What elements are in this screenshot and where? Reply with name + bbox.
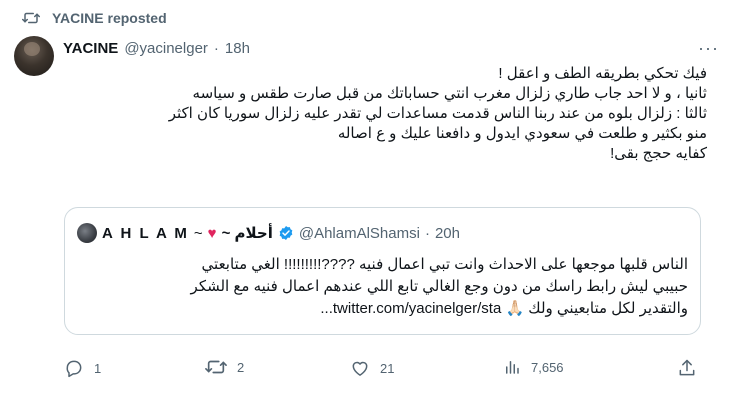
- author-avatar[interactable]: [14, 36, 54, 76]
- author-name[interactable]: YACINE: [63, 40, 118, 57]
- quoted-text-line: حبيبي ليش رابط راسك من دون وجع الغالي تا…: [190, 278, 688, 295]
- like-count: 21: [380, 360, 395, 376]
- tweet-text-line: فيك تحكي بطريقه الطف و اعقل !: [498, 65, 707, 82]
- quoted-tweet-timestamp: 20h: [434, 224, 460, 242]
- reply-button[interactable]: 1: [64, 358, 101, 378]
- tweet-text-line: منو بكثير و طلعت في سعودي ايدول و دافعنا…: [337, 125, 707, 142]
- views-button[interactable]: 7,656: [503, 358, 564, 376]
- analytics-icon: [503, 358, 521, 376]
- repost-action-icon: [205, 358, 227, 376]
- reply-icon: [64, 358, 84, 378]
- tweet-card[interactable]: YACINE reposted YACINE @yacinelger · 18h…: [0, 0, 737, 408]
- tweet-text: فيك تحكي بطريقه الطف و اعقل ! ثانيا ، و …: [87, 64, 707, 164]
- repost-button[interactable]: 2: [205, 358, 244, 376]
- verified-badge-icon: [278, 225, 294, 241]
- quoted-author-arabic-name: ~ أحلام: [221, 225, 273, 242]
- header-separator: ·: [213, 40, 219, 57]
- repost-icon: [22, 11, 40, 25]
- tweet-text-line: كفايه حجج بقى!: [610, 145, 707, 162]
- view-count: 7,656: [531, 359, 564, 375]
- quoted-author-name: A H L A M: [102, 224, 189, 242]
- quoted-text-line: والتقدير لكل متابعيني ولك 🙏🏻 twitter.com…: [320, 300, 688, 317]
- author-handle[interactable]: @yacinelger: [124, 40, 208, 57]
- quoted-tweet[interactable]: A H L A M ~ ♥ ~ أحلام @AhlamAlShamsi · 2…: [64, 207, 701, 335]
- quoted-header-separator: ·: [424, 224, 430, 242]
- quoted-tweet-text: الناس قلبها موجعها على الاحداث وانت تبي …: [78, 254, 688, 320]
- share-button[interactable]: [677, 358, 697, 378]
- quoted-name-suffix: ~: [193, 224, 203, 242]
- tweet-timestamp[interactable]: 18h: [225, 40, 250, 57]
- quoted-author-handle: @AhlamAlShamsi: [298, 224, 420, 242]
- heart-icon: ♥: [207, 224, 217, 242]
- tweet-header: YACINE @yacinelger · 18h: [63, 40, 250, 57]
- repost-label[interactable]: YACINE reposted: [52, 10, 167, 26]
- like-button[interactable]: 21: [350, 358, 394, 378]
- quoted-tweet-header: A H L A M ~ ♥ ~ أحلام @AhlamAlShamsi · 2…: [77, 223, 460, 243]
- tweet-text-line: ثالثا : زلزال بلوه من عند ربنا الناس قدم…: [168, 105, 707, 122]
- heart-outline-icon: [350, 358, 370, 378]
- quoted-author-avatar: [77, 223, 97, 243]
- tweet-text-line: ثانيا ، و لا احد جاب طاري زلزال مغرب انت…: [192, 85, 707, 102]
- more-options-icon[interactable]: ···: [698, 38, 719, 59]
- repost-indicator: YACINE reposted: [22, 10, 167, 26]
- quoted-text-line: الناس قلبها موجعها على الاحداث وانت تبي …: [201, 256, 688, 273]
- action-bar: 1 2 21 7,656: [0, 358, 737, 382]
- repost-count: 2: [237, 359, 245, 375]
- share-icon: [677, 358, 697, 378]
- reply-count: 1: [94, 360, 102, 376]
